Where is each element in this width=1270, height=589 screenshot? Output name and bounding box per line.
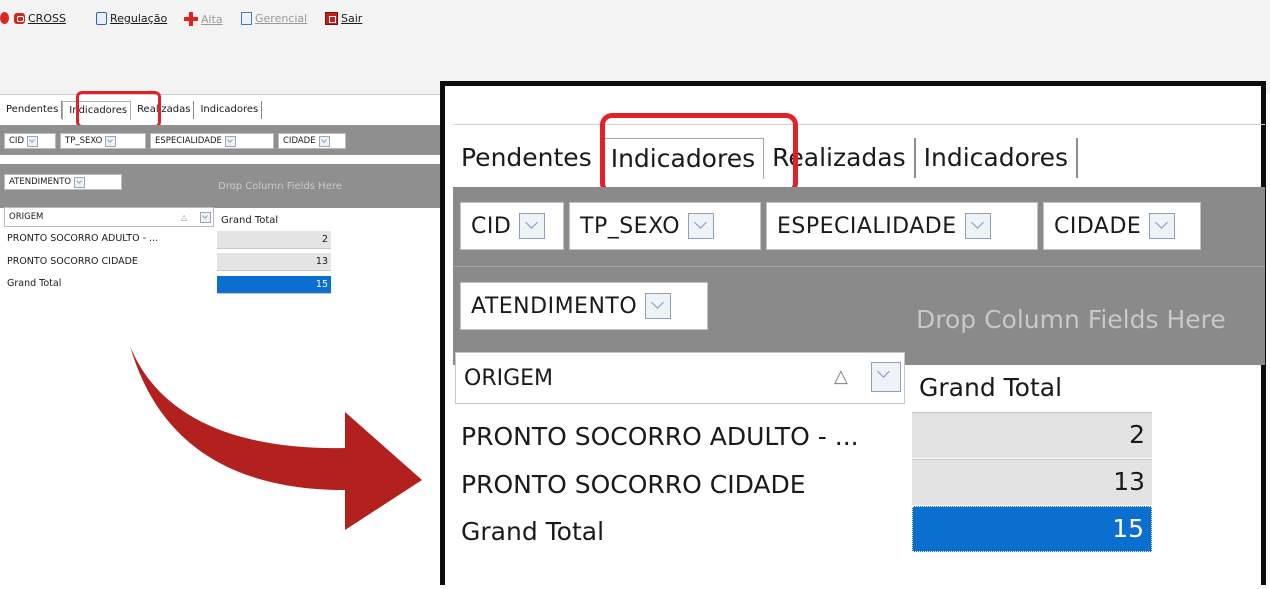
small-grand-total-header: Grand Total bbox=[217, 211, 331, 231]
data-field-label: ATENDIMENTO bbox=[471, 293, 638, 319]
regulacao-label: Regulação bbox=[110, 12, 168, 25]
document-icon bbox=[241, 12, 252, 25]
small-filter-cidade[interactable]: CIDADE bbox=[278, 133, 346, 149]
small-tab-pendentes[interactable]: Pendentes bbox=[0, 101, 63, 119]
filter-especialidade-label: ESPECIALIDADE bbox=[777, 213, 957, 239]
small-filter-cid-label: CID bbox=[9, 136, 24, 146]
chevron-down-icon[interactable] bbox=[105, 135, 117, 147]
chevron-down-icon[interactable] bbox=[519, 213, 546, 239]
small-drop-column-hint: Drop Column Fields Here bbox=[218, 181, 342, 192]
small-row-label: Grand Total bbox=[7, 278, 62, 289]
small-filter-especialidade[interactable]: ESPECIALIDADE bbox=[150, 133, 274, 149]
sort-ascending-icon[interactable]: △ bbox=[834, 366, 848, 387]
small-cell-selected[interactable]: 15 bbox=[217, 276, 331, 294]
small-cell[interactable]: 13 bbox=[217, 253, 331, 271]
top-toolbar: CROSS Regulação Alta Gerencial Sair bbox=[0, 0, 1270, 94]
filter-cidade[interactable]: CIDADE bbox=[1043, 202, 1201, 250]
small-data-field-label: ATENDIMENTO bbox=[9, 177, 72, 187]
exit-icon bbox=[325, 12, 338, 25]
small-data-field-atendimento[interactable]: ATENDIMENTO bbox=[4, 174, 122, 190]
filter-especialidade[interactable]: ESPECIALIDADE bbox=[766, 202, 1038, 250]
power-button[interactable] bbox=[0, 12, 9, 24]
chevron-down-icon[interactable] bbox=[871, 362, 901, 392]
alta-label: Alta bbox=[201, 12, 223, 26]
filter-tp-sexo[interactable]: TP_SEXO bbox=[569, 202, 761, 250]
filter-cid[interactable]: CID bbox=[460, 202, 564, 250]
small-row-label: PRONTO SOCORRO ADULTO - ... bbox=[7, 233, 159, 244]
small-highlight-box bbox=[76, 91, 161, 128]
grand-total-header: Grand Total bbox=[912, 365, 1152, 410]
drop-column-hint: Drop Column Fields Here bbox=[916, 305, 1226, 334]
chevron-down-icon[interactable] bbox=[200, 211, 211, 223]
row-field-label: ORIGEM bbox=[464, 365, 554, 391]
row-label: PRONTO SOCORRO ADULTO - ... bbox=[461, 422, 859, 451]
gerencial-button[interactable]: Gerencial bbox=[241, 12, 307, 25]
sair-label: Sair bbox=[341, 12, 363, 25]
small-row-field-label: ORIGEM bbox=[9, 212, 44, 222]
value-cell[interactable]: 13 bbox=[912, 459, 1152, 505]
chevron-down-icon[interactable] bbox=[964, 213, 991, 239]
sort-icon: △ bbox=[181, 212, 188, 222]
chevron-down-icon[interactable] bbox=[688, 213, 715, 239]
chevron-down-icon[interactable] bbox=[1149, 213, 1176, 239]
small-filter-tp-sexo-label: TP_SEXO bbox=[65, 136, 103, 146]
small-filter-tp-sexo[interactable]: TP_SEXO bbox=[60, 133, 146, 149]
chevron-down-icon[interactable] bbox=[224, 135, 236, 147]
small-row-label: PRONTO SOCORRO CIDADE bbox=[7, 256, 138, 267]
small-filter-especialidade-label: ESPECIALIDADE bbox=[155, 136, 222, 146]
curved-arrow-icon bbox=[130, 346, 422, 530]
value-cell[interactable]: 2 bbox=[912, 412, 1152, 458]
value-cell-selected[interactable]: 15 bbox=[912, 506, 1152, 552]
small-tab-indicadores-2[interactable]: Indicadores bbox=[194, 101, 263, 119]
red-plus-icon bbox=[184, 12, 198, 26]
row-label: Grand Total bbox=[461, 517, 605, 546]
cross-bag-icon bbox=[14, 13, 25, 24]
cross-label: CROSS bbox=[28, 12, 66, 25]
gerencial-label: Gerencial bbox=[255, 12, 308, 25]
filter-cid-label: CID bbox=[471, 213, 512, 239]
tab-indicadores-2[interactable]: Indicadores bbox=[916, 138, 1079, 178]
zoomed-top-divider bbox=[453, 124, 1265, 125]
chevron-down-icon[interactable] bbox=[318, 135, 330, 147]
zoomed-highlight-box bbox=[600, 113, 798, 195]
filter-tp-sexo-label: TP_SEXO bbox=[580, 213, 681, 239]
alta-button[interactable]: Alta bbox=[184, 12, 223, 26]
row-label: PRONTO SOCORRO CIDADE bbox=[461, 470, 806, 499]
small-filter-cidade-label: CIDADE bbox=[283, 136, 316, 146]
filter-cidade-label: CIDADE bbox=[1054, 213, 1142, 239]
data-field-atendimento[interactable]: ATENDIMENTO bbox=[460, 282, 708, 330]
sair-button[interactable]: Sair bbox=[325, 12, 362, 25]
tab-pendentes[interactable]: Pendentes bbox=[461, 138, 602, 178]
small-filter-cid[interactable]: CID bbox=[4, 133, 56, 149]
power-icon bbox=[0, 12, 9, 24]
regulacao-button[interactable]: Regulação bbox=[96, 12, 167, 25]
chevron-down-icon[interactable] bbox=[27, 135, 38, 147]
small-cell[interactable]: 2 bbox=[217, 231, 331, 249]
chevron-down-icon[interactable] bbox=[74, 176, 86, 188]
cross-button[interactable]: CROSS bbox=[14, 12, 66, 25]
clipboard-icon bbox=[96, 12, 107, 25]
toolbar-divider bbox=[0, 94, 448, 95]
small-row-field-origem[interactable]: ORIGEM △ bbox=[4, 207, 214, 227]
chevron-down-icon[interactable] bbox=[645, 293, 672, 319]
